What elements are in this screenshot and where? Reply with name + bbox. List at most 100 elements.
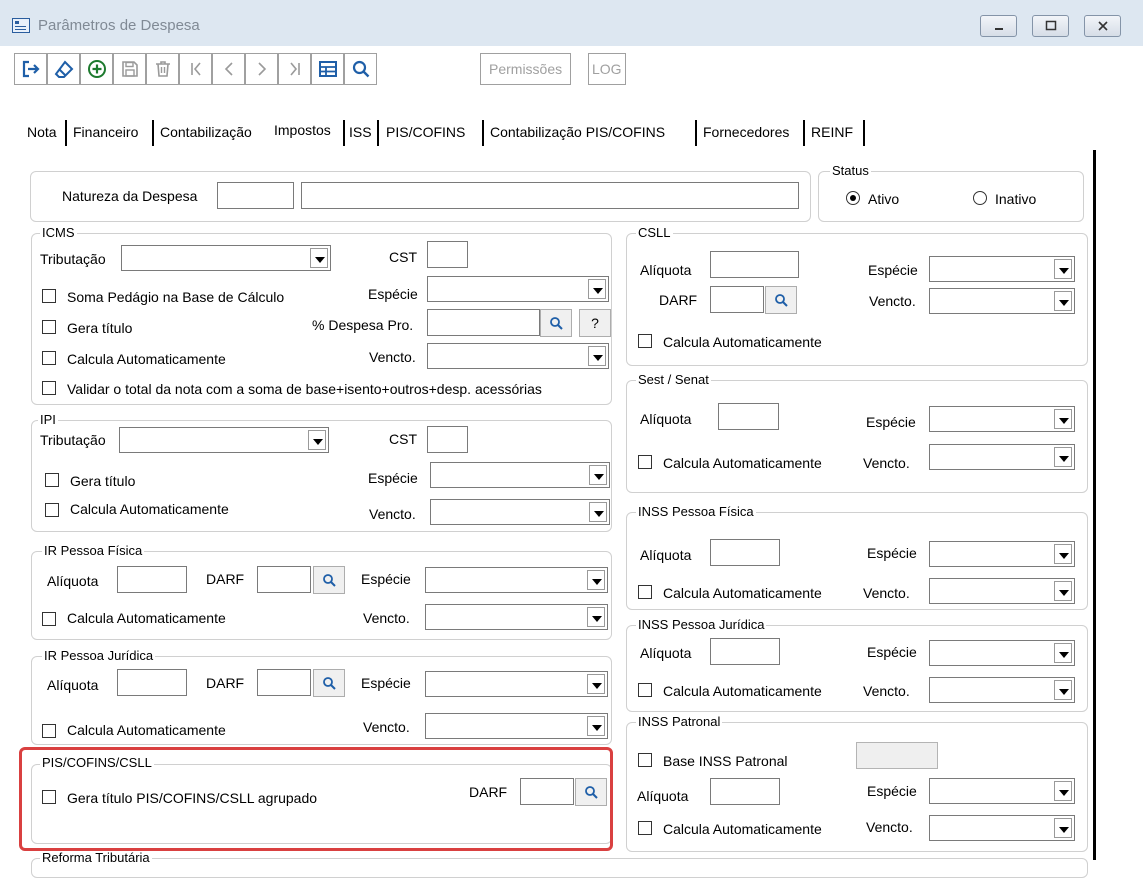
tab-pis-cofins[interactable]: PIS/COFINS bbox=[386, 120, 465, 146]
ir-pj-title: IR Pessoa Jurídica bbox=[42, 648, 156, 663]
ir-pj-vencto-select[interactable] bbox=[425, 713, 608, 739]
icms-tributacao-select[interactable] bbox=[121, 245, 331, 271]
save-button[interactable] bbox=[113, 53, 146, 85]
natureza-description-input[interactable] bbox=[301, 182, 799, 209]
clear-button[interactable] bbox=[47, 53, 80, 85]
maximize-button[interactable] bbox=[1032, 15, 1069, 37]
chevron-down-icon bbox=[589, 465, 607, 485]
sest-especie-select[interactable] bbox=[929, 406, 1075, 432]
chevron-down-icon bbox=[1054, 818, 1072, 838]
close-button[interactable] bbox=[1084, 15, 1121, 37]
inss-pj-vencto-select[interactable] bbox=[929, 677, 1075, 703]
ir-pf-especie-select[interactable] bbox=[425, 567, 608, 593]
csll-darf-search-button[interactable] bbox=[765, 286, 797, 314]
inss-pf-aliquota-input[interactable] bbox=[710, 539, 780, 566]
permissions-button[interactable]: Permissões bbox=[480, 53, 572, 85]
icms-despesa-pro-input[interactable] bbox=[427, 309, 540, 336]
inss-patronal-especie-select[interactable] bbox=[929, 778, 1075, 804]
search-button[interactable] bbox=[344, 53, 377, 85]
inss-pf-especie-select[interactable] bbox=[929, 541, 1075, 567]
ir-pj-darf-search-button[interactable] bbox=[313, 669, 345, 697]
ir-pj-darf-input[interactable] bbox=[257, 669, 311, 696]
status-inativo-radio[interactable] bbox=[973, 191, 987, 205]
tab-impostos[interactable]: Impostos bbox=[274, 120, 331, 146]
tab-contabilizacao-pis-cofins[interactable]: Contabilização PIS/COFINS bbox=[490, 120, 665, 146]
ir-pj-aliquota-input[interactable] bbox=[117, 669, 187, 696]
ir-pf-darf-search-button[interactable] bbox=[313, 566, 345, 594]
ipi-tributacao-select[interactable] bbox=[119, 427, 329, 453]
icms-vencto-select[interactable] bbox=[427, 343, 609, 369]
ir-pf-vencto-select[interactable] bbox=[425, 604, 608, 630]
sest-vencto-label: Vencto. bbox=[863, 455, 910, 471]
inss-patronal-aliquota-input[interactable] bbox=[710, 778, 780, 805]
status-inativo-label: Inativo bbox=[995, 191, 1037, 207]
csll-calcula-label: Calcula Automaticamente bbox=[663, 334, 822, 350]
sest-aliquota-input[interactable] bbox=[718, 403, 779, 430]
log-button[interactable]: LOG bbox=[588, 53, 626, 85]
csll-vencto-select[interactable] bbox=[929, 288, 1075, 314]
ir-pj-especie-select[interactable] bbox=[425, 671, 608, 697]
next-record-button[interactable] bbox=[245, 53, 278, 85]
highlight-box bbox=[19, 747, 613, 851]
first-record-button[interactable] bbox=[179, 53, 212, 85]
exit-button[interactable] bbox=[14, 53, 47, 85]
tab-financeiro[interactable]: Financeiro bbox=[73, 120, 138, 146]
icms-soma-pedagio-checkbox[interactable] bbox=[42, 289, 56, 303]
chevron-down-icon bbox=[1054, 447, 1072, 467]
last-icon bbox=[289, 62, 300, 76]
icms-validar-checkbox[interactable] bbox=[42, 381, 56, 395]
chevron-down-icon bbox=[1054, 291, 1072, 311]
natureza-code-input[interactable] bbox=[217, 182, 294, 209]
inss-patronal-base-checkbox[interactable] bbox=[638, 753, 652, 767]
inss-pj-especie-select[interactable] bbox=[929, 640, 1075, 666]
inss-pj-aliquota-input[interactable] bbox=[710, 638, 780, 665]
icms-calcula-label: Calcula Automaticamente bbox=[67, 351, 226, 367]
search-icon bbox=[352, 60, 369, 78]
tab-contabilizacao[interactable]: Contabilização bbox=[160, 120, 252, 146]
inss-pj-especie-label: Espécie bbox=[867, 644, 917, 660]
inss-patronal-vencto-select[interactable] bbox=[929, 815, 1075, 841]
csll-darf-input[interactable] bbox=[710, 286, 764, 313]
ipi-calcula-checkbox[interactable] bbox=[45, 503, 59, 517]
tab-nota[interactable]: Nota bbox=[27, 120, 57, 146]
title-bar: Parâmetros de Despesa bbox=[0, 0, 1143, 46]
delete-button[interactable] bbox=[146, 53, 179, 85]
ipi-vencto-select[interactable] bbox=[430, 499, 610, 525]
last-record-button[interactable] bbox=[278, 53, 311, 85]
sest-calcula-label: Calcula Automaticamente bbox=[663, 455, 822, 471]
tab-reinf[interactable]: REINF bbox=[811, 120, 853, 146]
add-button[interactable] bbox=[80, 53, 113, 85]
csll-especie-select[interactable] bbox=[929, 256, 1075, 282]
previous-record-button[interactable] bbox=[212, 53, 245, 85]
ir-pf-darf-input[interactable] bbox=[257, 566, 311, 593]
inss-patronal-calcula-checkbox[interactable] bbox=[638, 821, 652, 835]
chevron-down-icon bbox=[587, 570, 605, 590]
ir-pf-aliquota-input[interactable] bbox=[117, 566, 187, 593]
icms-especie-select[interactable] bbox=[427, 276, 609, 302]
ir-pj-calcula-checkbox[interactable] bbox=[42, 724, 56, 738]
ipi-especie-select[interactable] bbox=[430, 462, 610, 488]
minimize-button[interactable] bbox=[980, 15, 1017, 37]
inss-pj-calcula-checkbox[interactable] bbox=[638, 683, 652, 697]
csll-calcula-checkbox[interactable] bbox=[638, 334, 652, 348]
icms-calcula-checkbox[interactable] bbox=[42, 351, 56, 365]
icms-help-button[interactable]: ? bbox=[579, 309, 611, 337]
csll-aliquota-input[interactable] bbox=[710, 251, 799, 278]
panel-border bbox=[1093, 150, 1096, 860]
inss-pf-calcula-checkbox[interactable] bbox=[638, 585, 652, 599]
icms-cst-input[interactable] bbox=[427, 241, 468, 268]
ipi-cst-input[interactable] bbox=[427, 426, 468, 453]
ipi-gera-titulo-checkbox[interactable] bbox=[45, 473, 59, 487]
icms-despesa-search-button[interactable] bbox=[540, 309, 572, 337]
grid-button[interactable] bbox=[311, 53, 344, 85]
sest-vencto-select[interactable] bbox=[929, 444, 1075, 470]
status-ativo-radio[interactable] bbox=[846, 191, 860, 205]
tab-iss[interactable]: ISS bbox=[349, 120, 372, 146]
inss-patronal-base-input[interactable] bbox=[856, 742, 938, 769]
inss-pf-vencto-select[interactable] bbox=[929, 578, 1075, 604]
sest-calcula-checkbox[interactable] bbox=[638, 455, 652, 469]
tab-fornecedores[interactable]: Fornecedores bbox=[703, 120, 789, 146]
icms-gera-titulo-checkbox[interactable] bbox=[42, 320, 56, 334]
ipi-calcula-label: Calcula Automaticamente bbox=[70, 501, 229, 517]
ir-pf-calcula-checkbox[interactable] bbox=[42, 612, 56, 626]
